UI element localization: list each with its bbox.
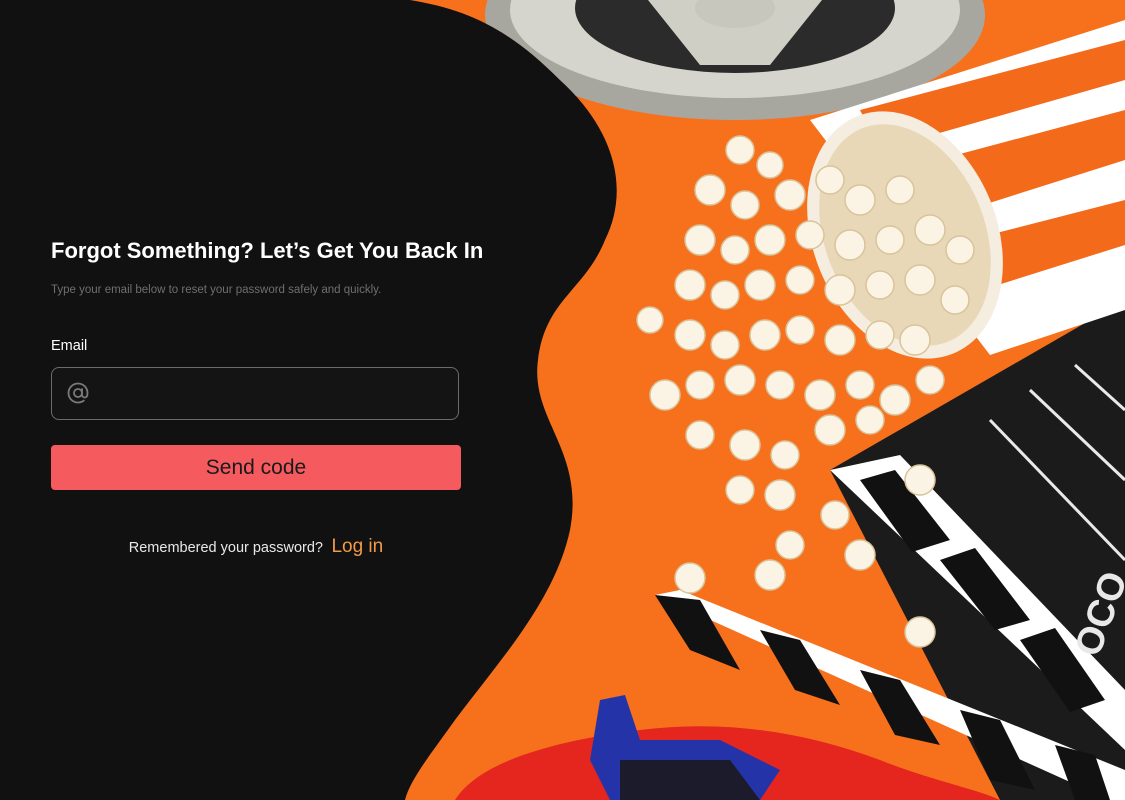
reset-password-form: Forgot Something? Let’s Get You Back In … bbox=[51, 0, 483, 800]
login-prompt-text: Remembered your password? bbox=[128, 540, 323, 556]
email-input[interactable] bbox=[98, 368, 452, 421]
page-subtitle: Type your email below to reset your pass… bbox=[51, 284, 382, 296]
login-link[interactable]: Log in bbox=[331, 536, 383, 557]
email-label: Email bbox=[51, 338, 88, 354]
send-code-button[interactable]: Send code bbox=[51, 445, 461, 490]
forgot-password-page: OCO Forgot Something? Let’s Get You Back… bbox=[0, 0, 1125, 800]
email-field[interactable] bbox=[51, 367, 459, 421]
page-title: Forgot Something? Let’s Get You Back In bbox=[51, 238, 484, 263]
login-prompt-row: Remembered your password? Log in bbox=[51, 536, 461, 558]
at-icon bbox=[67, 382, 89, 404]
